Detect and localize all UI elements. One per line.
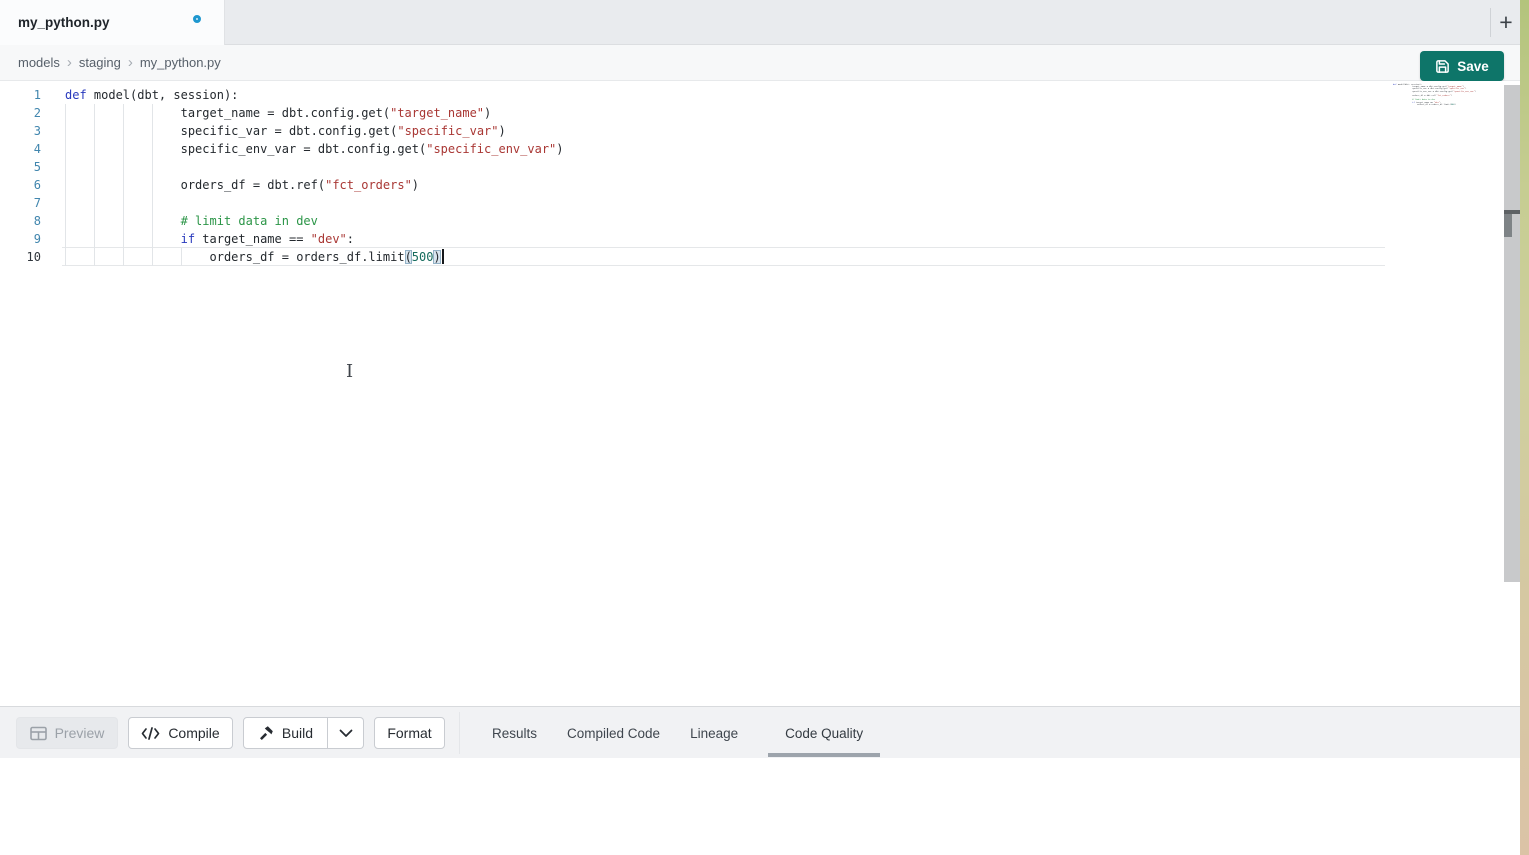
line-number: 8 bbox=[0, 212, 41, 230]
table-grid-icon bbox=[30, 726, 47, 741]
minimap[interactable]: def model(dbt, session): target_name = d… bbox=[1393, 84, 1488, 106]
line-number: 4 bbox=[0, 140, 41, 158]
panel-tabs: Results Compiled Code Lineage Code Quali… bbox=[492, 707, 880, 759]
code-line[interactable]: 1def model(dbt, session): bbox=[0, 86, 564, 104]
floppy-disk-icon bbox=[1435, 59, 1450, 74]
new-tab-button[interactable]: + bbox=[1492, 8, 1520, 36]
breadcrumb-item-models[interactable]: models bbox=[18, 55, 60, 70]
save-button[interactable]: Save bbox=[1420, 51, 1504, 81]
code-line[interactable]: 5 bbox=[0, 158, 564, 176]
scrollbar-thumb[interactable] bbox=[1504, 214, 1512, 237]
tab-code-quality[interactable]: Code Quality bbox=[768, 707, 880, 759]
editor-scrollbar[interactable] bbox=[1504, 85, 1520, 582]
tab-compiled-code-label: Compiled Code bbox=[567, 726, 660, 741]
compile-button[interactable]: Compile bbox=[128, 717, 233, 749]
ide-window: my_python.py + models › staging › my_pyt… bbox=[0, 0, 1529, 855]
format-button[interactable]: Format bbox=[374, 717, 445, 749]
code-brackets-icon bbox=[141, 727, 160, 740]
code-line[interactable]: 6 orders_df = dbt.ref("fct_orders") bbox=[0, 176, 564, 194]
line-number: 3 bbox=[0, 122, 41, 140]
line-number: 9 bbox=[0, 230, 41, 248]
compile-button-label: Compile bbox=[168, 725, 219, 741]
build-button-label: Build bbox=[282, 725, 313, 741]
tab-lineage[interactable]: Lineage bbox=[690, 707, 738, 759]
tab-results-label: Results bbox=[492, 726, 537, 741]
code-line[interactable]: 10 orders_df = orders_df.limit(500) bbox=[0, 248, 564, 266]
code-line[interactable]: 2 target_name = dbt.config.get("target_n… bbox=[0, 104, 564, 122]
tab-compiled-code[interactable]: Compiled Code bbox=[567, 707, 660, 759]
tab-results[interactable]: Results bbox=[492, 707, 537, 759]
bottom-toolbar: Preview Compile Build bbox=[0, 706, 1520, 758]
code-line[interactable]: 9 if target_name == "dev": bbox=[0, 230, 564, 248]
chevron-down-icon bbox=[339, 729, 353, 738]
code-line[interactable]: 8 # limit data in dev bbox=[0, 212, 564, 230]
format-button-label: Format bbox=[387, 725, 431, 741]
preview-button[interactable]: Preview bbox=[16, 717, 118, 749]
code-editor[interactable]: 1def model(dbt, session):2 target_name =… bbox=[0, 81, 1520, 706]
tab-bar-divider bbox=[1490, 8, 1491, 37]
code-quality-panel bbox=[0, 758, 1520, 855]
code-line[interactable]: 7 bbox=[0, 194, 564, 212]
build-dropdown-button[interactable] bbox=[328, 717, 364, 749]
file-tab-my-python[interactable]: my_python.py bbox=[0, 0, 225, 45]
tab-lineage-label: Lineage bbox=[690, 726, 738, 741]
unsaved-changes-dot-icon bbox=[193, 15, 201, 23]
breadcrumb-item-staging[interactable]: staging bbox=[79, 55, 121, 70]
line-number: 5 bbox=[0, 158, 41, 176]
text-caret bbox=[442, 249, 444, 264]
chevron-right-icon: › bbox=[60, 55, 79, 70]
line-number: 1 bbox=[0, 86, 41, 104]
tab-code-quality-label: Code Quality bbox=[785, 726, 863, 741]
file-tab-label: my_python.py bbox=[18, 15, 110, 30]
code-line[interactable]: 3 specific_var = dbt.config.get("specifi… bbox=[0, 122, 564, 140]
save-button-label: Save bbox=[1457, 59, 1489, 74]
build-button[interactable]: Build bbox=[243, 717, 328, 749]
line-number: 7 bbox=[0, 194, 41, 212]
file-tab-bar: my_python.py + bbox=[0, 0, 1520, 45]
chevron-right-icon: › bbox=[121, 55, 140, 70]
desktop-background-edge bbox=[1520, 0, 1529, 855]
line-number: 2 bbox=[0, 104, 41, 122]
line-number: 10 bbox=[0, 248, 41, 266]
build-split-button: Build bbox=[243, 717, 364, 749]
hammer-icon bbox=[258, 725, 274, 741]
breadcrumb: models › staging › my_python.py bbox=[0, 45, 1520, 81]
toolbar-divider bbox=[459, 712, 460, 754]
preview-button-label: Preview bbox=[55, 725, 105, 741]
breadcrumb-item-file[interactable]: my_python.py bbox=[140, 55, 221, 70]
code-line[interactable]: 4 specific_env_var = dbt.config.get("spe… bbox=[0, 140, 564, 158]
active-tab-underline bbox=[768, 753, 880, 757]
code-lines[interactable]: 1def model(dbt, session):2 target_name =… bbox=[0, 86, 564, 266]
line-number: 6 bbox=[0, 176, 41, 194]
